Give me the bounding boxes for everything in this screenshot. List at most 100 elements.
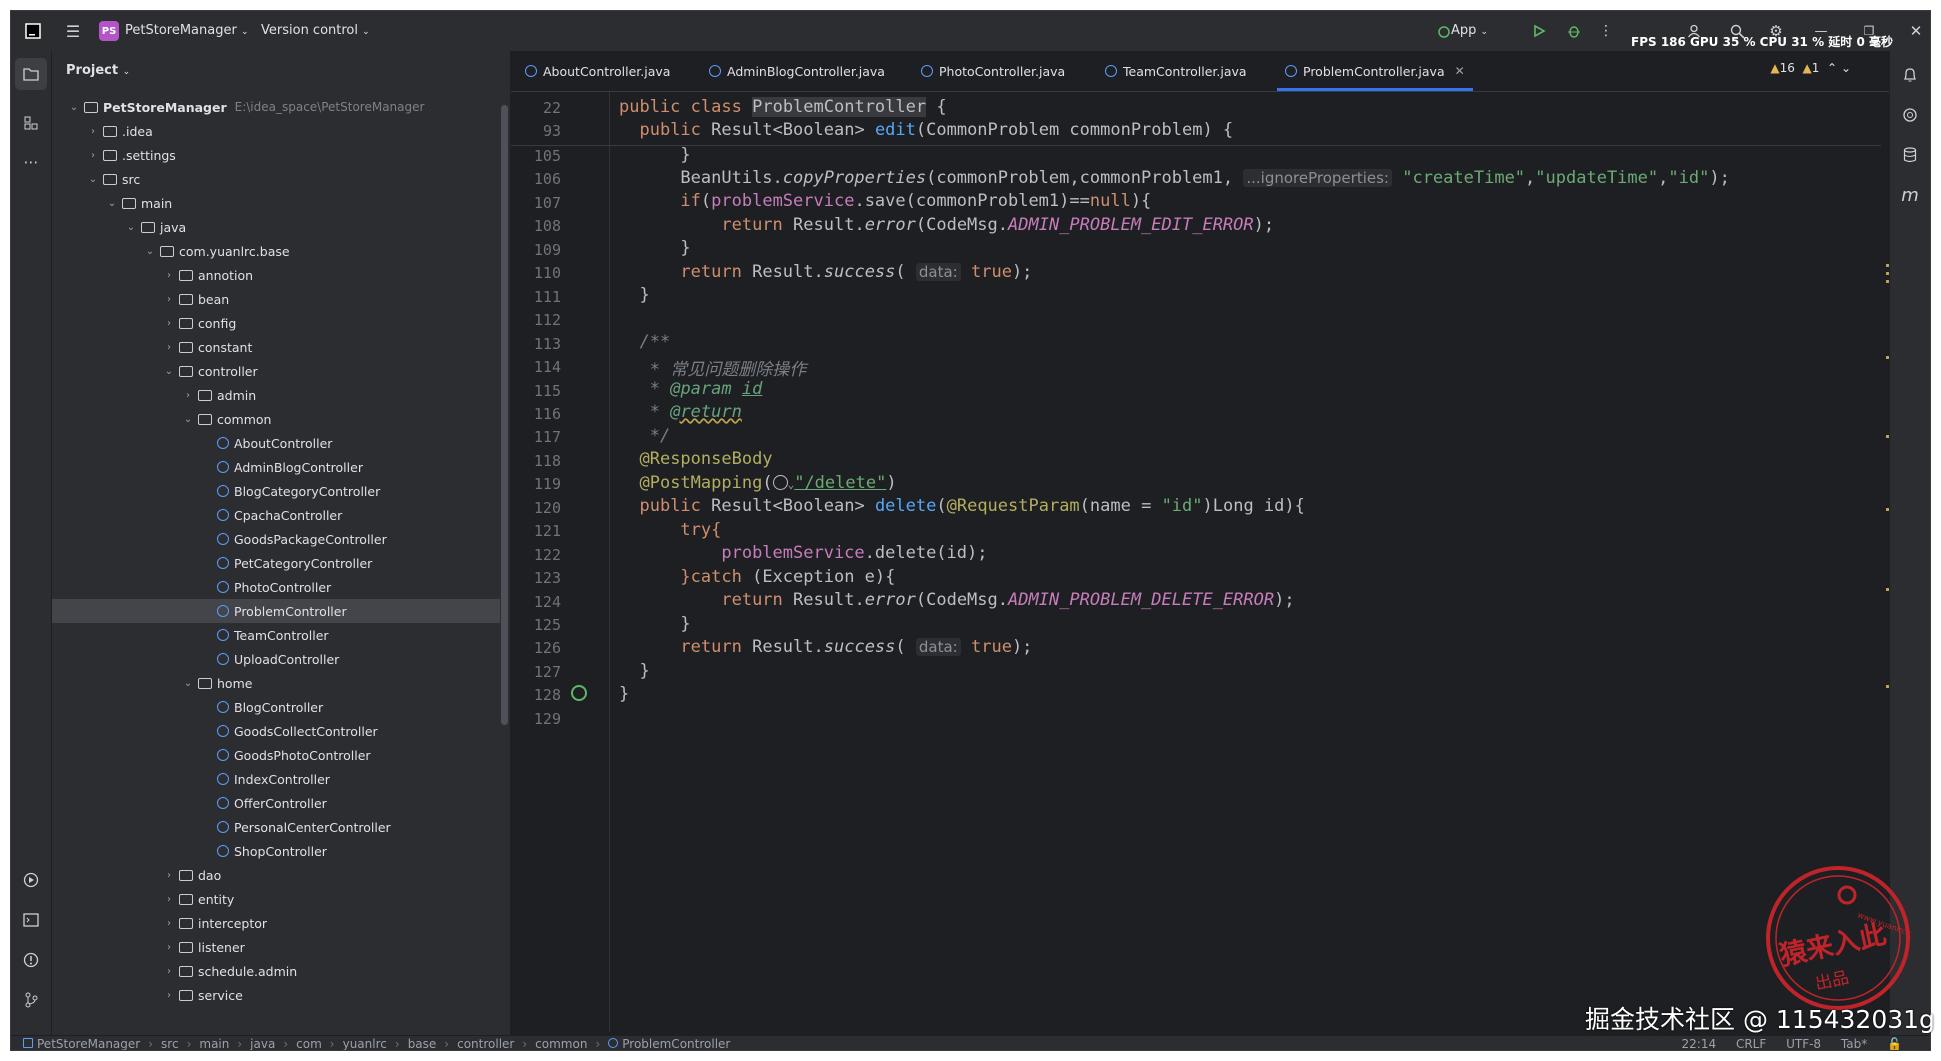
ide-logo-icon[interactable] xyxy=(19,11,47,51)
tree-folder-item[interactable]: › annotion xyxy=(52,263,500,287)
chevron-right-icon[interactable]: › xyxy=(161,990,177,1001)
more-tools-icon[interactable]: ⋯ xyxy=(15,146,47,178)
chevron-down-icon[interactable]: ⌄ xyxy=(104,198,120,209)
tree-folder-item[interactable]: ⌄ com.yuanlrc.base xyxy=(52,239,500,263)
terminal-icon[interactable] xyxy=(15,904,47,936)
project-tree-scrollbar[interactable] xyxy=(501,105,508,725)
project-tool-folder-icon[interactable] xyxy=(15,58,47,90)
tree-class-item[interactable]: BlogController xyxy=(52,695,500,719)
tree-class-item[interactable]: GoodsPhotoController xyxy=(52,743,500,767)
tree-class-item[interactable]: AdminBlogController xyxy=(52,455,500,479)
tree-class-item[interactable]: GoodsCollectController xyxy=(52,719,500,743)
tree-folder-item[interactable]: › dao xyxy=(52,863,500,887)
inspection-widget[interactable]: ▲16 ▲1 ⌃ ⌄ xyxy=(1770,61,1851,75)
editor-tab[interactable]: TeamController.java xyxy=(1105,51,1247,91)
editor-tab[interactable]: PhotoController.java xyxy=(921,51,1065,91)
tree-folder-item[interactable]: › schedule.admin xyxy=(52,959,500,983)
lock-icon[interactable]: 🔓 xyxy=(1887,1037,1902,1050)
chevron-up-icon[interactable]: ⌃ xyxy=(1827,61,1837,75)
tree-class-item[interactable]: PersonalCenterController xyxy=(52,815,500,839)
tree-folder-item[interactable]: ⌄ PetStoreManager E:\idea_space\PetStoreMa… xyxy=(52,95,500,119)
project-badge[interactable]: PS xyxy=(99,21,119,41)
breadcrumb-item[interactable]: PetStoreManager xyxy=(37,1037,140,1050)
chevron-right-icon[interactable]: › xyxy=(85,150,101,161)
version-control-menu[interactable]: Version control ⌄ xyxy=(261,11,370,51)
breadcrumb-item[interactable]: yuanlrc xyxy=(343,1037,387,1050)
chevron-down-icon[interactable]: ⌄ xyxy=(66,102,82,113)
breadcrumb-item[interactable]: main xyxy=(199,1037,229,1050)
tree-class-item[interactable]: ProblemController xyxy=(52,599,500,623)
tree-folder-item[interactable]: ⌄ common xyxy=(52,407,500,431)
chevron-right-icon[interactable]: › xyxy=(161,918,177,929)
tree-class-item[interactable]: OfferController xyxy=(52,791,500,815)
line-separator[interactable]: CRLF xyxy=(1736,1037,1766,1050)
chevron-right-icon[interactable]: › xyxy=(180,390,196,401)
tree-folder-item[interactable]: ⌄ controller xyxy=(52,359,500,383)
tree-folder-item[interactable]: ⌄ main xyxy=(52,191,500,215)
tree-folder-item[interactable]: › service xyxy=(52,983,500,1007)
tree-class-item[interactable]: GoodsPackageController xyxy=(52,527,500,551)
chevron-down-icon[interactable]: ⌄ xyxy=(180,678,196,689)
caret-position[interactable]: 22:14 xyxy=(1682,1037,1717,1050)
tree-class-item[interactable]: CpachaController xyxy=(52,503,500,527)
tree-folder-item[interactable]: › admin xyxy=(52,383,500,407)
chevron-down-icon[interactable]: ⌄ xyxy=(180,414,196,425)
editor-tab[interactable]: AboutController.java xyxy=(525,51,670,91)
tree-class-item[interactable]: ShopController xyxy=(52,839,500,863)
chevron-down-icon[interactable]: ⌄ xyxy=(123,222,139,233)
string[interactable]: "/delete" xyxy=(794,473,886,493)
tree-folder-item[interactable]: › .idea xyxy=(52,119,500,143)
breadcrumb-item[interactable]: java xyxy=(250,1037,275,1050)
tree-folder-item[interactable]: ⌄ src xyxy=(52,167,500,191)
debug-icon[interactable] xyxy=(1562,11,1586,51)
tree-folder-item[interactable]: › constant xyxy=(52,335,500,359)
problems-icon[interactable] xyxy=(15,944,47,976)
tree-folder-item[interactable]: ⌄ home xyxy=(52,671,500,695)
breadcrumb-item[interactable]: src xyxy=(161,1037,179,1050)
editor-tab[interactable]: ProblemController.java ✕ xyxy=(1277,51,1473,91)
more-actions-icon[interactable]: ⋮ xyxy=(1596,11,1616,51)
tree-folder-item[interactable]: › interceptor xyxy=(52,911,500,935)
main-menu-icon[interactable]: ☰ xyxy=(59,11,87,51)
notifications-bell-icon[interactable] xyxy=(1894,59,1926,91)
chevron-down-icon[interactable]: ⌄ xyxy=(1841,61,1851,75)
run-configuration-select[interactable]: App ⌄ xyxy=(1451,11,1488,51)
services-run-icon[interactable] xyxy=(15,864,47,896)
chevron-right-icon[interactable]: › xyxy=(161,894,177,905)
tree-class-item[interactable]: AboutController xyxy=(52,431,500,455)
chevron-right-icon[interactable]: › xyxy=(85,126,101,137)
tree-folder-item[interactable]: › listener xyxy=(52,935,500,959)
tree-class-item[interactable]: IndexController xyxy=(52,767,500,791)
chevron-right-icon[interactable]: › xyxy=(161,270,177,281)
structure-icon[interactable] xyxy=(15,107,47,139)
tree-class-item[interactable]: UploadController xyxy=(52,647,500,671)
tree-class-item[interactable]: PetCategoryController xyxy=(52,551,500,575)
editor-tab[interactable]: AdminBlogController.java xyxy=(709,51,885,91)
tree-class-item[interactable]: BlogCategoryController xyxy=(52,479,500,503)
tree-folder-item[interactable]: › bean xyxy=(52,287,500,311)
chevron-right-icon[interactable]: › xyxy=(161,318,177,329)
breadcrumb-item[interactable]: ProblemController xyxy=(622,1037,730,1050)
chevron-right-icon[interactable]: › xyxy=(161,942,177,953)
breadcrumb-item[interactable]: com xyxy=(296,1037,322,1050)
url-globe-icon[interactable] xyxy=(772,475,788,490)
breadcrumb-item[interactable]: common xyxy=(535,1037,587,1050)
run-icon[interactable] xyxy=(1527,11,1551,51)
tree-folder-item[interactable]: ⌄ java xyxy=(52,215,500,239)
database-icon[interactable] xyxy=(1894,139,1926,171)
run-method-gutter-icon[interactable] xyxy=(571,685,587,701)
git-branch-icon[interactable] xyxy=(15,984,47,1016)
project-switcher[interactable]: PetStoreManager ⌄ xyxy=(125,11,249,51)
project-panel-title[interactable]: Project ⌄ xyxy=(66,63,130,78)
maven-m-icon[interactable]: m xyxy=(1894,179,1926,211)
chevron-right-icon[interactable]: › xyxy=(161,342,177,353)
ai-assistant-icon[interactable] xyxy=(1894,99,1926,131)
chevron-right-icon[interactable]: › xyxy=(161,966,177,977)
indent-setting[interactable]: Tab* xyxy=(1841,1037,1867,1050)
chevron-down-icon[interactable]: ⌄ xyxy=(142,246,158,257)
close-window-icon[interactable]: ✕ xyxy=(1904,11,1928,51)
chevron-down-icon[interactable]: ⌄ xyxy=(161,366,177,377)
tree-class-item[interactable]: PhotoController xyxy=(52,575,500,599)
tree-class-item[interactable]: TeamController xyxy=(52,623,500,647)
breadcrumb-item[interactable]: controller xyxy=(457,1037,514,1050)
